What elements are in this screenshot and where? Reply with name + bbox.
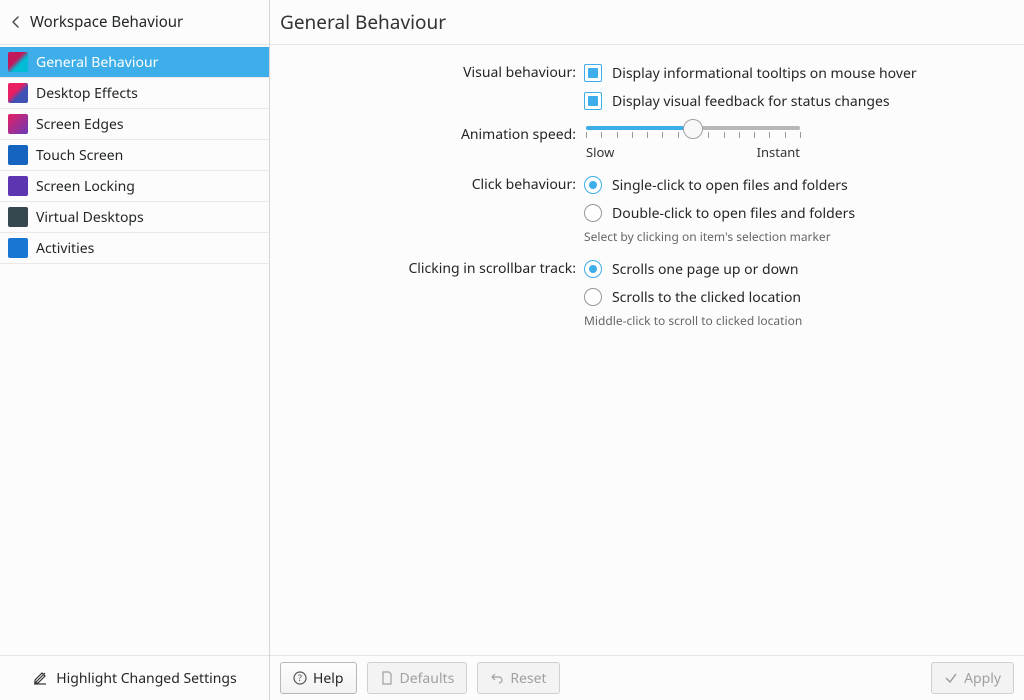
footer-toolbar: ? Help Defaults Reset A [270, 655, 1024, 700]
label-scrollbar: Clicking in scrollbar track: [294, 257, 584, 333]
label-click-behaviour: Click behaviour: [294, 173, 584, 249]
undo-icon [490, 671, 504, 685]
effects-icon [8, 83, 28, 103]
document-icon [380, 671, 394, 685]
sidebar-item-label: Screen Edges [36, 115, 124, 134]
label-visual-behaviour: Visual behaviour: [294, 61, 584, 117]
sidebar-item-label: Screen Locking [36, 177, 135, 196]
screen-edges-icon [8, 114, 28, 134]
highlight-icon [32, 670, 48, 686]
click-behaviour-hint: Select by clicking on item's selection m… [584, 228, 1000, 245]
sidebar-item-touch-screen[interactable]: Touch Screen [0, 140, 269, 171]
checkbox-label: Display informational tooltips on mouse … [612, 64, 917, 83]
sidebar-item-desktop-effects[interactable]: Desktop Effects [0, 78, 269, 109]
button-label: Help [313, 669, 344, 688]
radio-single-click[interactable]: Single-click to open files and folders [584, 173, 1000, 197]
sidebar-item-label: Desktop Effects [36, 84, 138, 103]
checkbox-feedback[interactable]: Display visual feedback for status chang… [584, 89, 1000, 113]
sidebar-item-label: Virtual Desktops [36, 208, 144, 227]
button-label: Apply [964, 669, 1001, 688]
radio-icon [584, 260, 602, 278]
checkbox-label: Display visual feedback for status chang… [612, 92, 890, 111]
help-icon: ? [293, 671, 307, 685]
radio-scroll-page[interactable]: Scrolls one page up or down [584, 257, 1000, 281]
sidebar-item-label: Activities [36, 239, 94, 258]
slider-fill [586, 126, 693, 130]
defaults-button[interactable]: Defaults [367, 662, 468, 694]
check-icon [944, 671, 958, 685]
highlight-changed-button[interactable]: Highlight Changed Settings [0, 655, 269, 700]
sidebar-item-general-behaviour[interactable]: General Behaviour [0, 47, 269, 78]
svg-text:?: ? [298, 671, 302, 684]
radio-label: Scrolls one page up or down [612, 260, 798, 279]
radio-double-click[interactable]: Double-click to open files and folders [584, 201, 1000, 225]
touch-icon [8, 145, 28, 165]
animation-speed-slider[interactable] [586, 123, 800, 141]
sidebar-item-screen-edges[interactable]: Screen Edges [0, 109, 269, 140]
radio-label: Double-click to open files and folders [612, 204, 855, 223]
page-title: General Behaviour [270, 0, 1024, 45]
highlight-label: Highlight Changed Settings [56, 669, 236, 688]
slider-handle[interactable] [683, 119, 703, 139]
main-panel: General Behaviour Visual behaviour: Disp… [270, 0, 1024, 700]
virtual-desktops-icon [8, 207, 28, 227]
checkbox-tooltips[interactable]: Display informational tooltips on mouse … [584, 61, 1000, 85]
help-button[interactable]: ? Help [280, 662, 357, 694]
activities-icon [8, 238, 28, 258]
sidebar-item-label: General Behaviour [36, 53, 158, 72]
sidebar-item-label: Touch Screen [36, 146, 123, 165]
slider-slow-label: Slow [586, 143, 614, 161]
button-label: Reset [510, 669, 546, 688]
radio-icon [584, 204, 602, 222]
sidebar-header[interactable]: Workspace Behaviour [0, 0, 269, 45]
settings-sidebar: Workspace Behaviour General Behaviour De… [0, 0, 270, 700]
radio-label: Scrolls to the clicked location [612, 288, 801, 307]
sidebar-item-screen-locking[interactable]: Screen Locking [0, 171, 269, 202]
reset-button[interactable]: Reset [477, 662, 559, 694]
lock-icon [8, 176, 28, 196]
slider-fast-label: Instant [757, 143, 800, 161]
radio-scroll-location[interactable]: Scrolls to the clicked location [584, 285, 1000, 309]
label-animation-speed: Animation speed: [294, 123, 584, 161]
back-icon [10, 15, 22, 29]
apply-button[interactable]: Apply [931, 662, 1014, 694]
radio-icon [584, 176, 602, 194]
sidebar-item-virtual-desktops[interactable]: Virtual Desktops [0, 202, 269, 233]
sidebar-list: General Behaviour Desktop Effects Screen… [0, 45, 269, 655]
checkbox-icon [584, 64, 602, 82]
slider-settings-icon [8, 52, 28, 72]
checkbox-icon [584, 92, 602, 110]
scrollbar-hint: Middle-click to scroll to clicked locati… [584, 312, 1000, 329]
radio-label: Single-click to open files and folders [612, 176, 848, 195]
radio-icon [584, 288, 602, 306]
sidebar-item-activities[interactable]: Activities [0, 233, 269, 264]
sidebar-title: Workspace Behaviour [30, 12, 183, 32]
button-label: Defaults [400, 669, 455, 688]
settings-content: Visual behaviour: Display informational … [270, 45, 1024, 655]
